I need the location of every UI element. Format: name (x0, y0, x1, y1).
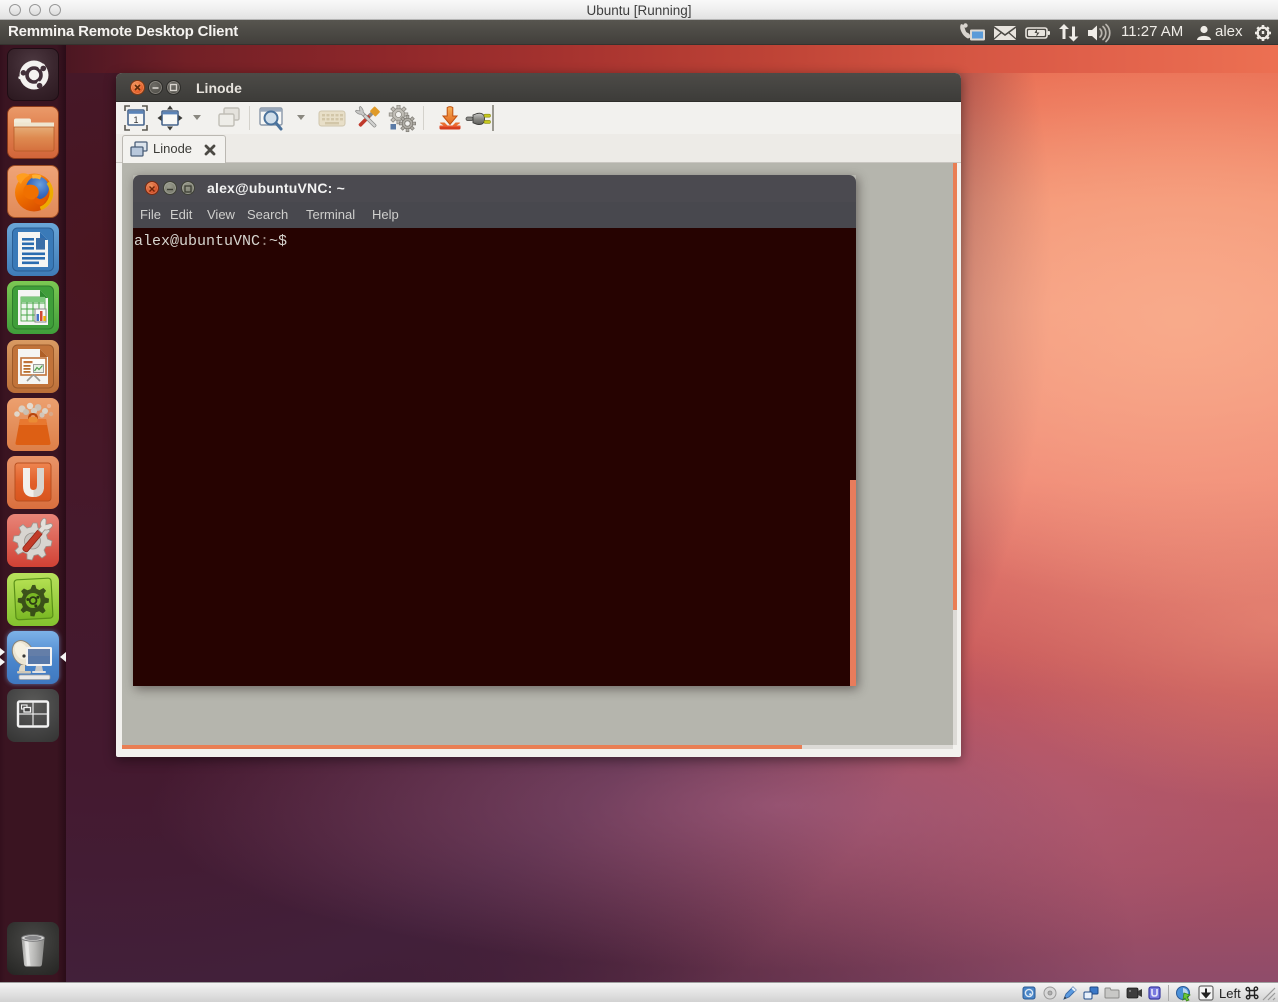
svg-text:1: 1 (133, 115, 138, 125)
